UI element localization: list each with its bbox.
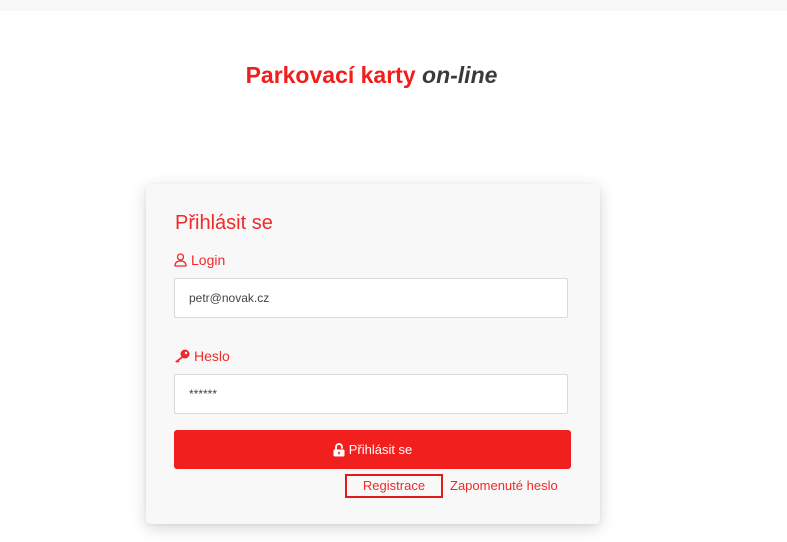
top-bar xyxy=(0,0,787,11)
login-label-text: Login xyxy=(191,252,226,268)
login-card-title: Přihlásit se xyxy=(175,212,273,234)
password-label: Heslo xyxy=(174,347,230,365)
password-label-text: Heslo xyxy=(194,348,230,364)
user-icon xyxy=(174,253,187,267)
page-title: Parkovací karty on-line xyxy=(0,61,743,89)
login-input[interactable] xyxy=(174,278,568,318)
login-button-label: Přihlásit se xyxy=(348,442,413,457)
register-link[interactable]: Registrace xyxy=(345,474,443,498)
login-button[interactable]: Přihlásit se xyxy=(174,430,571,469)
login-label: Login xyxy=(174,251,225,269)
forgot-password-link[interactable]: Zapomenuté heslo xyxy=(450,474,558,498)
login-card: Přihlásit se Login Heslo xyxy=(146,184,600,524)
page-title-accent: on-line xyxy=(422,62,498,88)
key-icon xyxy=(174,349,190,363)
password-input[interactable] xyxy=(174,374,568,414)
unlock-icon xyxy=(333,442,345,457)
page-title-main: Parkovací karty xyxy=(245,62,416,88)
